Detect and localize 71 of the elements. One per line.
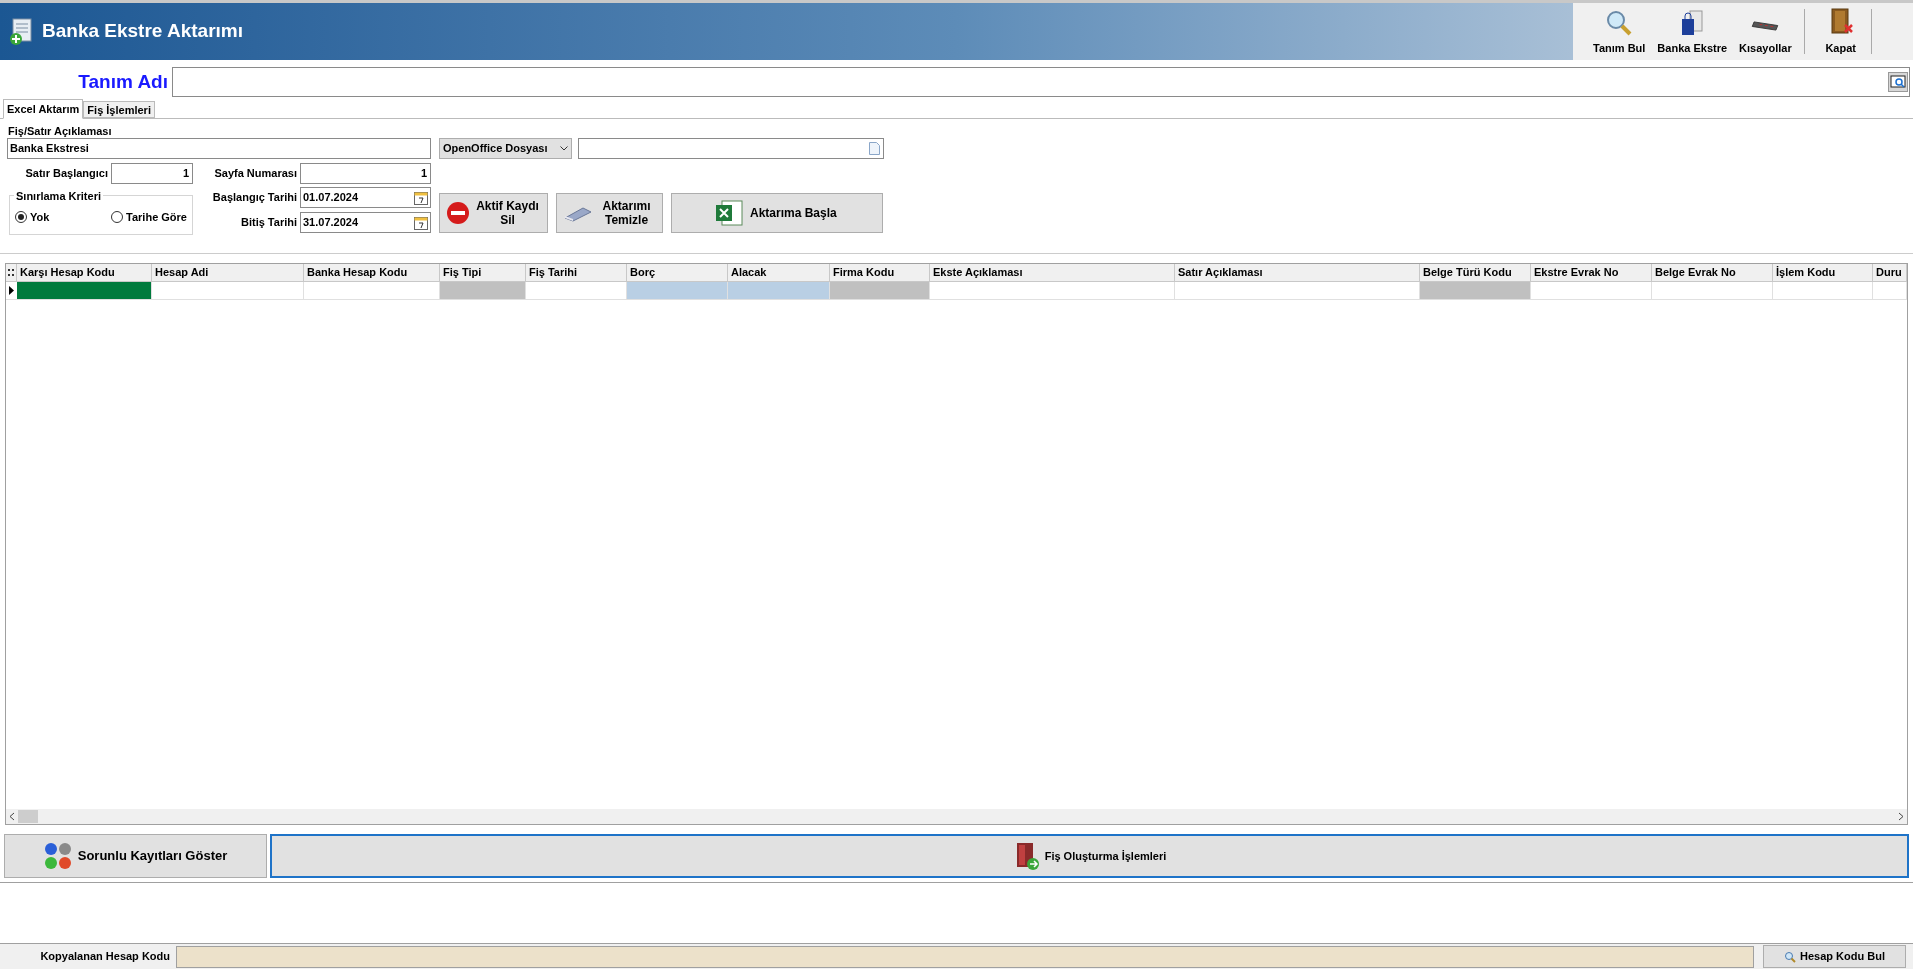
table-cell[interactable] <box>728 282 830 299</box>
table-cell[interactable] <box>1420 282 1531 299</box>
tab[interactable]: Excel Aktarım <box>3 99 84 119</box>
page-number-input[interactable]: 1 <box>300 163 431 184</box>
table-cell[interactable] <box>830 282 930 299</box>
bank-statement-button[interactable]: Banka Ekstre <box>1651 3 1734 60</box>
clear-import-button[interactable]: Aktarımı Temizle <box>556 193 663 233</box>
row-indicator-icon <box>9 286 14 295</box>
spreadsheet-icon <box>714 198 744 228</box>
column-header[interactable]: Borç <box>627 264 728 281</box>
calendar-icon[interactable] <box>414 190 428 205</box>
delete-record-button[interactable]: Aktif Kaydı Sil <box>439 193 548 233</box>
voucher-operations-button[interactable]: Fiş Oluşturma İşlemleri <box>270 834 1909 878</box>
keyboard-icon <box>1750 20 1781 31</box>
table-cell[interactable] <box>17 282 152 299</box>
grip-icon <box>8 269 14 276</box>
shortcuts-button[interactable]: Kısayollar <box>1733 3 1798 60</box>
file-icon[interactable] <box>869 142 880 155</box>
description-input[interactable]: Banka Ekstresi <box>7 138 431 159</box>
window-title: Banka Ekstre Aktarımı <box>42 19 243 44</box>
no-entry-icon <box>446 201 470 225</box>
tab[interactable]: Fiş İşlemleri <box>83 101 155 118</box>
column-header[interactable]: Ekstre Evrak No <box>1531 264 1652 281</box>
column-header[interactable]: Ekste Açıklaması <box>930 264 1175 281</box>
calendar-icon[interactable] <box>414 215 428 230</box>
horizontal-scrollbar[interactable] <box>6 809 1907 824</box>
start-import-button[interactable]: Aktarıma Başla <box>671 193 883 233</box>
find-definition-button[interactable]: Tanım Bul <box>1587 3 1652 60</box>
search-icon <box>1605 8 1634 37</box>
column-header[interactable]: Banka Hesap Kodu <box>304 264 440 281</box>
scroll-right-icon[interactable] <box>1898 812 1904 821</box>
search-icon <box>1784 950 1796 963</box>
field-label: Bitiş Tarihi <box>240 215 297 231</box>
scroll-left-icon[interactable] <box>9 812 15 821</box>
table-cell[interactable] <box>440 282 526 299</box>
column-header[interactable]: Hesap Adi <box>152 264 304 281</box>
file-path-input[interactable] <box>578 138 884 159</box>
colored-balls-icon <box>43 842 72 870</box>
document-add-icon <box>8 16 34 47</box>
field-label: Sayfa Numarası <box>214 166 297 182</box>
column-header[interactable]: Karşı Hesap Kodu <box>17 264 152 281</box>
row-start-input[interactable]: 1 <box>111 163 193 184</box>
field-label: Kopyalanan Hesap Kodu <box>39 949 170 965</box>
column-header[interactable]: Belge Evrak No <box>1652 264 1773 281</box>
field-label: Satır Başlangıcı <box>25 166 108 182</box>
column-header[interactable]: Belge Türü Kodu <box>1420 264 1531 281</box>
end-date-input[interactable]: 31.07.2024 <box>300 212 431 233</box>
column-header[interactable]: Firma Kodu <box>830 264 930 281</box>
table-cell[interactable] <box>627 282 728 299</box>
definition-input[interactable] <box>172 67 1910 97</box>
field-label: Fiş/Satır Açıklaması <box>8 125 112 137</box>
radio-option[interactable]: Tarihe Göre <box>111 209 187 226</box>
copied-account-code-field[interactable] <box>176 945 1754 968</box>
show-problem-records-button[interactable]: Sorunlu Kayıtları Göster <box>4 834 267 878</box>
column-header[interactable]: Fiş Tipi <box>440 264 526 281</box>
column-header[interactable]: İşlem Kodu <box>1773 264 1873 281</box>
find-account-code-button[interactable]: Hesap Kodu Bul <box>1763 945 1906 968</box>
field-label: Başlangıç Tarihi <box>212 190 297 206</box>
column-header[interactable]: Duru <box>1873 264 1907 281</box>
definition-label: Tanım Adı <box>77 69 169 94</box>
column-header[interactable]: Fiş Tarihi <box>526 264 627 281</box>
group-label: Sınırlama Kriteri <box>16 190 101 202</box>
file-type-dropdown[interactable]: OpenOffice Dosyası <box>439 138 572 159</box>
column-header[interactable]: Alacak <box>728 264 830 281</box>
radio-option[interactable]: Yok <box>15 209 50 226</box>
close-button[interactable]: Kapat <box>1810 3 1871 60</box>
chevron-down-icon <box>560 146 568 151</box>
scrollbar-thumb[interactable] <box>18 810 38 823</box>
start-date-input[interactable]: 01.07.2024 <box>300 187 431 208</box>
lookup-icon[interactable] <box>1888 72 1908 92</box>
column-header[interactable]: Satır Açıklaması <box>1175 264 1420 281</box>
